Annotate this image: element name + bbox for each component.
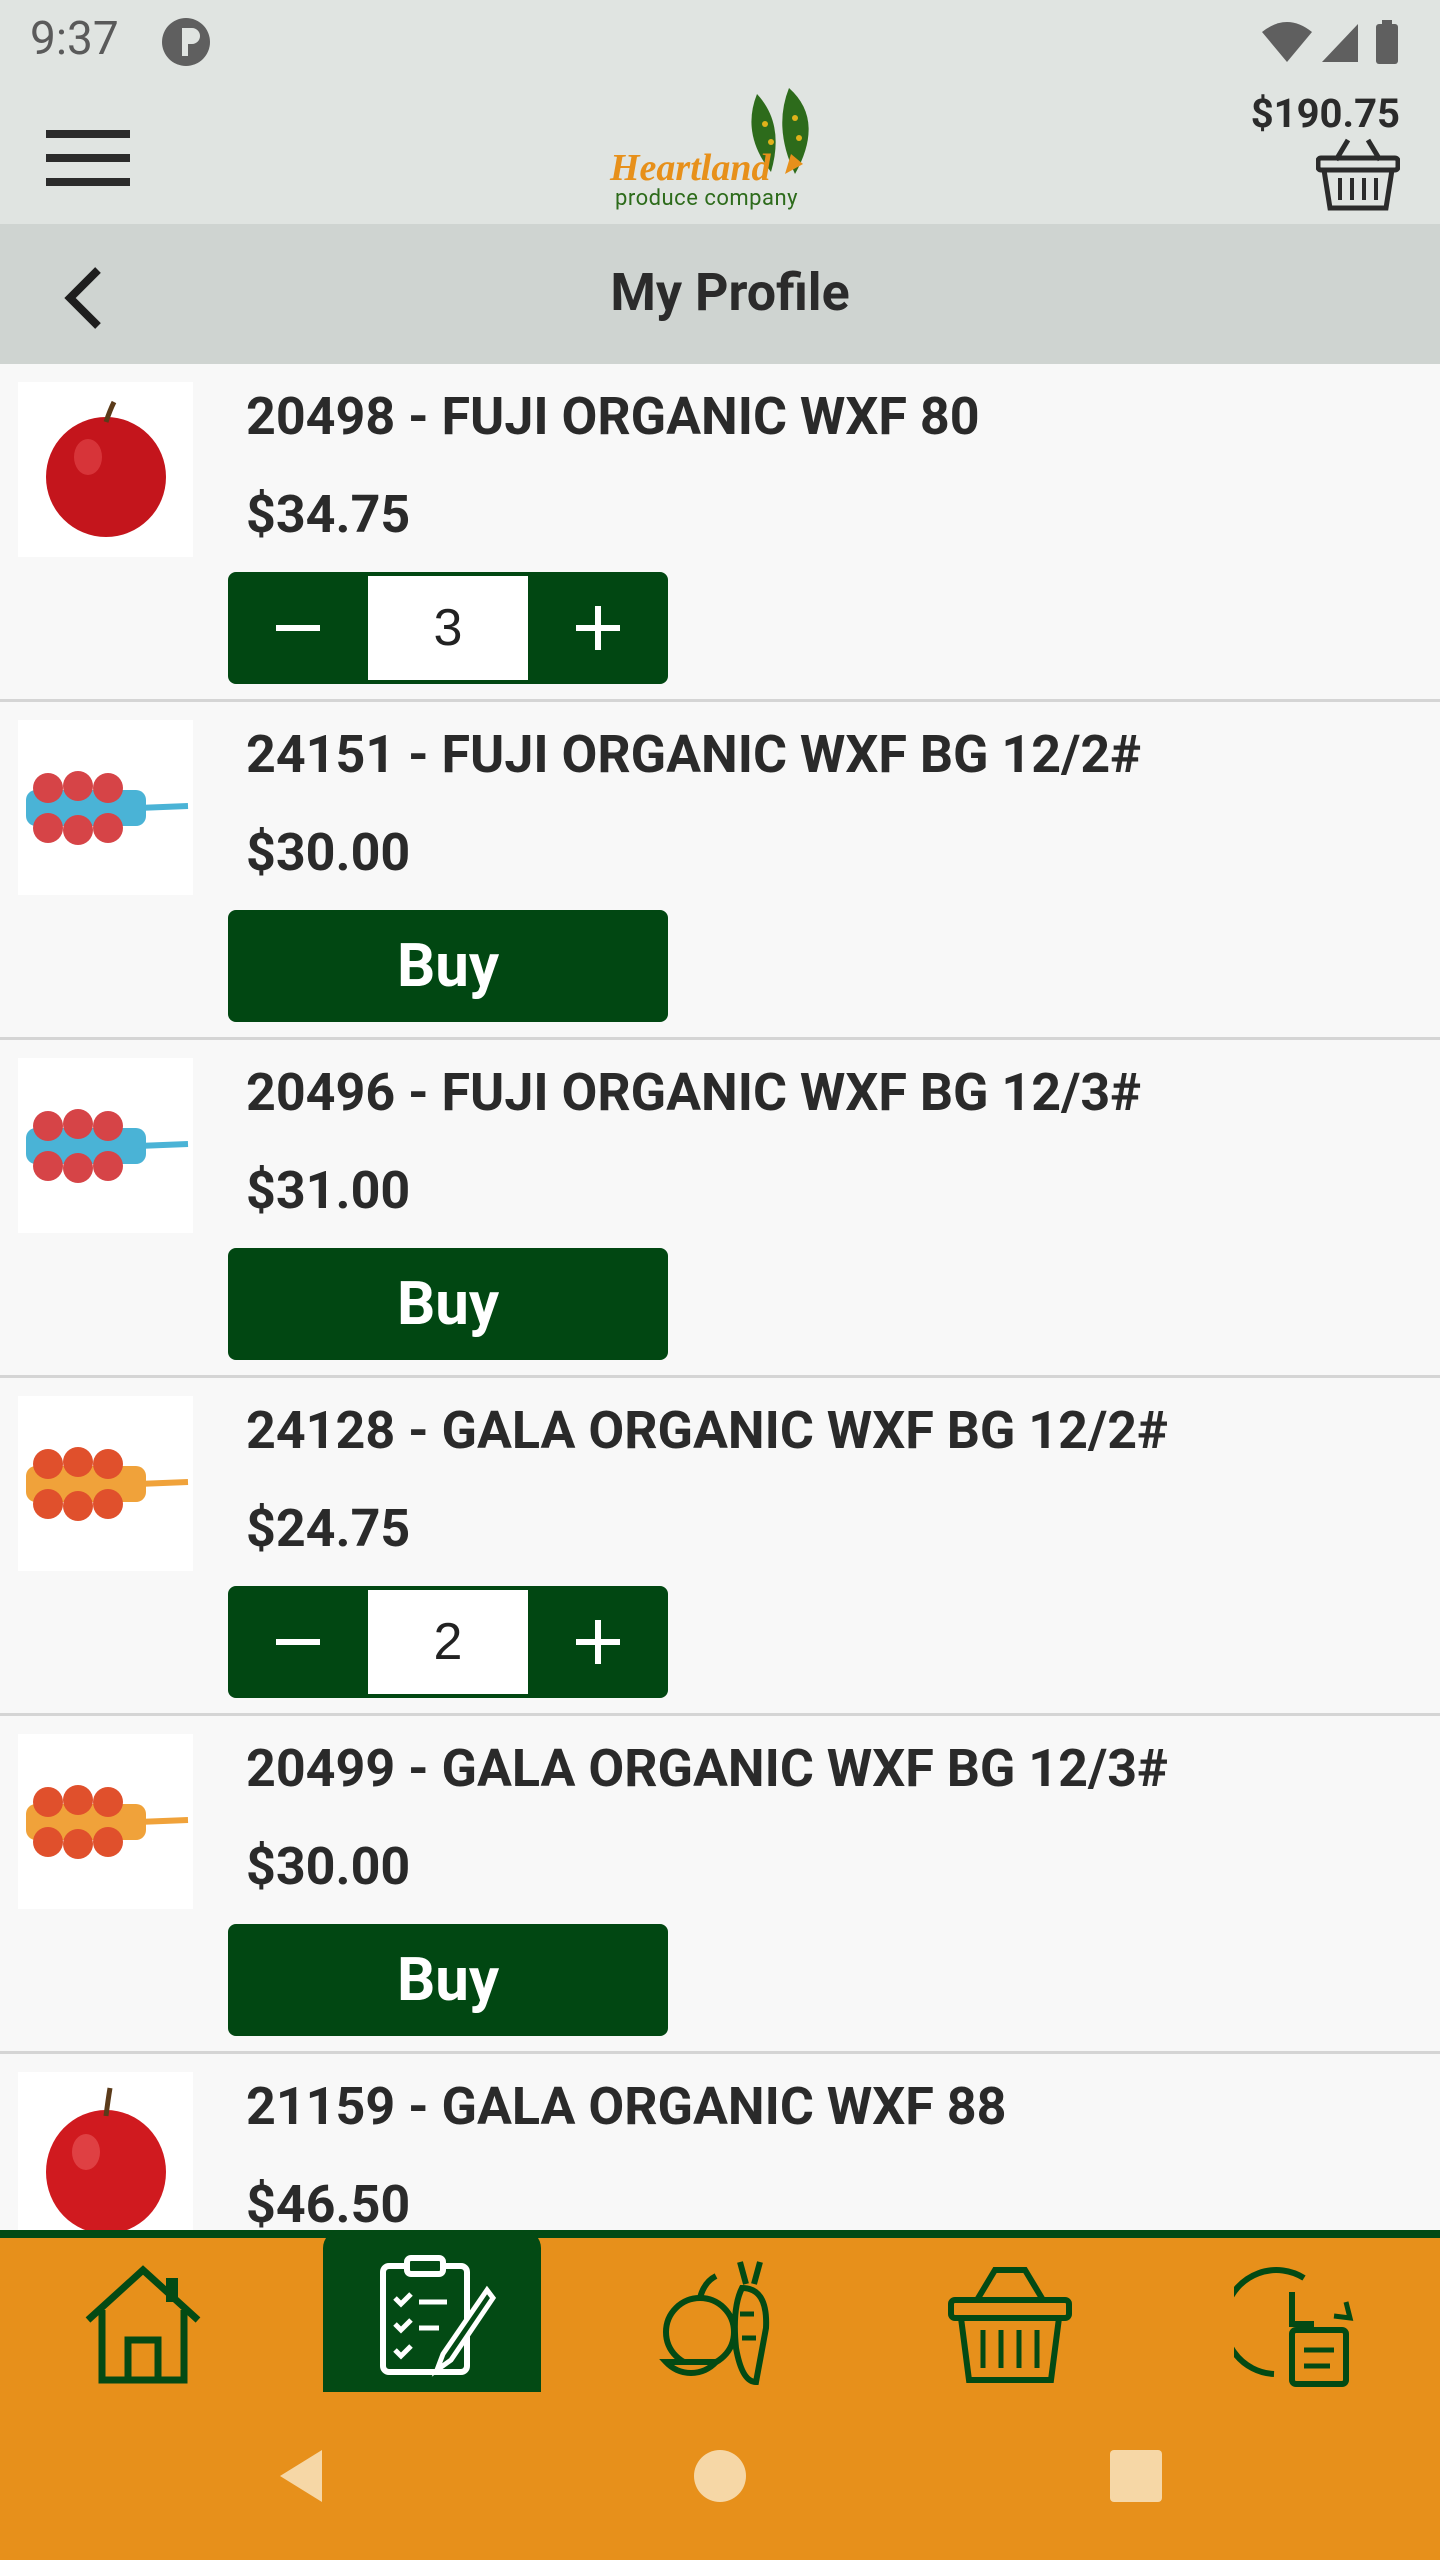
wifi-icon xyxy=(1262,22,1312,62)
heartland-logo: Heartland produce company xyxy=(600,84,840,219)
hamburger-line xyxy=(46,178,130,186)
screen: 9:37 Heartland produce company $190.75 M… xyxy=(0,0,1440,2560)
product-item[interactable]: 20496 - FUJI ORGANIC WXF BG 12/3# $31.00… xyxy=(0,1040,1440,1378)
product-price: $46.50 xyxy=(246,2174,411,2234)
signal-icon xyxy=(1322,24,1358,62)
product-name: 20498 - FUJI ORGANIC WXF 80 xyxy=(246,386,980,447)
bottom-nav xyxy=(0,2230,1440,2392)
home-icon xyxy=(85,2265,201,2384)
hamburger-line xyxy=(46,154,130,162)
product-price: $24.75 xyxy=(246,1498,411,1559)
order-history-icon xyxy=(1234,2267,1354,2387)
quantity-input[interactable] xyxy=(368,576,528,680)
apple-bag-icon[interactable] xyxy=(18,1734,193,1909)
cart-total: $190.75 xyxy=(1250,90,1400,137)
product-item[interactable]: 20499 - GALA ORGANIC WXF BG 12/3# $30.00… xyxy=(0,1716,1440,2054)
product-list[interactable]: 20498 - FUJI ORGANIC WXF 80 $34.75 24151… xyxy=(0,364,1440,2234)
battery-icon xyxy=(1376,24,1398,64)
quantity-stepper[interactable] xyxy=(228,572,668,684)
apple-icon[interactable] xyxy=(18,2072,193,2234)
product-name: 24151 - FUJI ORGANIC WXF BG 12/2# xyxy=(246,724,1142,785)
buy-button[interactable]: Buy xyxy=(228,910,668,1022)
nav-tab-basket[interactable] xyxy=(901,2238,1119,2392)
app-header: Heartland produce company $190.75 xyxy=(0,84,1440,224)
title-bar: My Profile xyxy=(0,224,1440,364)
apple-icon[interactable] xyxy=(18,382,193,557)
buy-button[interactable]: Buy xyxy=(228,1248,668,1360)
app-notification-icon xyxy=(162,18,210,66)
nav-tab-home[interactable] xyxy=(34,2238,252,2392)
minus-icon[interactable] xyxy=(228,572,368,684)
minus-icon[interactable] xyxy=(228,1586,368,1698)
system-back-icon[interactable] xyxy=(270,2444,334,2508)
product-name: 21159 - GALA ORGANIC WXF 88 xyxy=(246,2076,1007,2137)
product-item[interactable]: 21159 - GALA ORGANIC WXF 88 $46.50 xyxy=(0,2054,1440,2234)
quantity-input[interactable] xyxy=(368,1590,528,1694)
logo-wordmark: Heartland xyxy=(610,147,771,189)
plus-icon[interactable] xyxy=(528,1586,668,1698)
apple-bag-icon[interactable] xyxy=(18,720,193,895)
status-time: 9:37 xyxy=(30,12,119,66)
system-recents-icon[interactable] xyxy=(1104,2444,1168,2508)
product-item[interactable]: 24128 - GALA ORGANIC WXF BG 12/2# $24.75 xyxy=(0,1378,1440,1716)
plus-icon[interactable] xyxy=(528,572,668,684)
product-price: $30.00 xyxy=(246,1836,411,1897)
order-list-icon xyxy=(380,2255,497,2377)
product-item[interactable]: 20498 - FUJI ORGANIC WXF 80 $34.75 xyxy=(0,364,1440,702)
product-name: 20499 - GALA ORGANIC WXF BG 12/3# xyxy=(246,1738,1168,1799)
nav-tab-order-list[interactable] xyxy=(323,2230,541,2392)
basket-icon[interactable] xyxy=(1316,136,1400,212)
product-item[interactable]: 24151 - FUJI ORGANIC WXF BG 12/2# $30.00… xyxy=(0,702,1440,1040)
product-name: 24128 - GALA ORGANIC WXF BG 12/2# xyxy=(246,1400,1168,1461)
status-bar: 9:37 xyxy=(0,0,1440,84)
nav-tab-produce[interactable] xyxy=(612,2238,830,2392)
product-price: $30.00 xyxy=(246,822,411,883)
quantity-stepper[interactable] xyxy=(228,1586,668,1698)
system-nav-bar xyxy=(0,2392,1440,2560)
menu-button[interactable] xyxy=(38,122,146,202)
product-price: $31.00 xyxy=(246,1160,411,1221)
basket-icon xyxy=(948,2267,1072,2383)
product-name: 20496 - FUJI ORGANIC WXF BG 12/3# xyxy=(246,1062,1142,1123)
produce-icon xyxy=(659,2261,770,2386)
status-icons xyxy=(1262,20,1398,64)
page-title: My Profile xyxy=(610,262,850,323)
product-price: $34.75 xyxy=(246,484,411,545)
system-home-icon[interactable] xyxy=(688,2444,752,2508)
buy-button[interactable]: Buy xyxy=(228,1924,668,2036)
hamburger-line xyxy=(46,130,130,138)
logo-subtext: produce company xyxy=(615,186,799,211)
apple-bag-icon[interactable] xyxy=(18,1058,193,1233)
apple-bag-icon[interactable] xyxy=(18,1396,193,1571)
nav-tab-order-history[interactable] xyxy=(1190,2238,1408,2392)
